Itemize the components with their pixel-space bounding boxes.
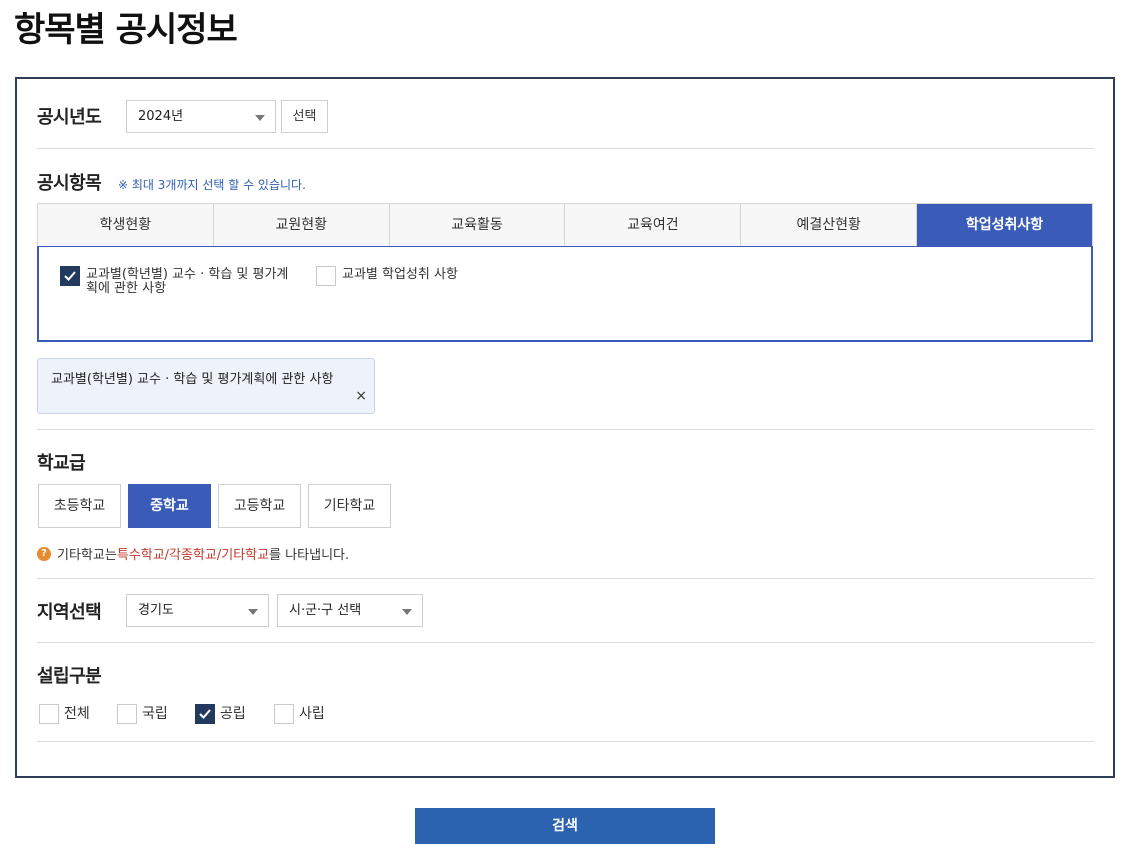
option-label-1[interactable]: 교과별(학년별) 교수 · 학습 및 평가계 획에 관한 사항 — [86, 268, 288, 296]
district-select[interactable]: 시·군·구 선택 — [277, 594, 423, 627]
selected-item-chip: 교과별(학년별) 교수 · 학습 및 평가계획에 관한 사항 × — [37, 358, 375, 414]
tab-budget[interactable]: 예결산현황 — [741, 204, 918, 246]
school-level-high-button[interactable]: 고등학교 — [218, 484, 301, 528]
establishment-public-checkbox[interactable] — [195, 704, 215, 724]
year-select[interactable]: 2024년 — [126, 100, 276, 133]
items-label: 공시항목 — [37, 173, 102, 194]
year-select-value: 2024년 — [138, 109, 184, 124]
search-panel: 공시년도 2024년 선택 공시항목 ※ 최대 3개까지 선택 할 수 있습니다… — [15, 77, 1115, 778]
chevron-down-icon — [255, 115, 265, 121]
school-level-other-button[interactable]: 기타학교 — [308, 484, 391, 528]
option-checkbox-2[interactable] — [316, 266, 336, 286]
school-level-elementary-button[interactable]: 초등학교 — [38, 484, 121, 528]
school-level-help: ? 기타학교는 특수학교/각종학교/기타학교 를 나타냅니다. — [37, 544, 349, 563]
check-icon — [64, 271, 76, 281]
establishment-public-label[interactable]: 공립 — [220, 707, 246, 721]
search-button[interactable]: 검색 — [415, 808, 715, 844]
check-icon — [199, 709, 211, 719]
district-select-value: 시·군·구 선택 — [289, 603, 362, 618]
option-checkbox-1[interactable] — [60, 266, 80, 286]
tab-content: 교과별(학년별) 교수 · 학습 및 평가계 획에 관한 사항 교과별 학업성취… — [37, 246, 1093, 342]
divider — [37, 429, 1094, 430]
establishment-private-checkbox[interactable] — [274, 704, 294, 724]
help-highlight: 특수학교/각종학교/기타학교 — [116, 548, 270, 563]
tab-achievement[interactable]: 학업성취사항 — [917, 204, 1092, 246]
establishment-national-checkbox[interactable] — [117, 704, 137, 724]
question-icon: ? — [37, 546, 51, 561]
divider — [37, 148, 1094, 149]
items-tabs: 학생현황 교원현황 교육활동 교육여건 예결산현황 학업성취사항 — [37, 203, 1093, 247]
page-title: 항목별 공시정보 — [14, 10, 238, 50]
chevron-down-icon — [402, 609, 412, 615]
chevron-down-icon — [248, 609, 258, 615]
tab-teacher[interactable]: 교원현황 — [214, 204, 390, 246]
tab-environment[interactable]: 교육여건 — [565, 204, 742, 246]
establishment-private-label[interactable]: 사립 — [299, 707, 325, 721]
region-label: 지역선택 — [37, 602, 102, 623]
province-select[interactable]: 경기도 — [126, 594, 269, 627]
province-select-value: 경기도 — [138, 603, 174, 618]
divider — [37, 578, 1094, 579]
school-level-label: 학교급 — [37, 453, 86, 474]
divider — [37, 741, 1094, 742]
establishment-all-label[interactable]: 전체 — [64, 707, 90, 721]
year-select-button[interactable]: 선택 — [281, 100, 328, 133]
option-label-2[interactable]: 교과별 학업성취 사항 — [342, 268, 458, 282]
school-level-middle-button[interactable]: 중학교 — [128, 484, 211, 528]
divider — [37, 642, 1094, 643]
selected-item-chip-label: 교과별(학년별) 교수 · 학습 및 평가계획에 관한 사항 — [51, 372, 334, 387]
establishment-label: 설립구분 — [37, 666, 102, 687]
tab-activity[interactable]: 교육활동 — [390, 204, 566, 246]
items-limit-note: ※ 최대 3개까지 선택 할 수 있습니다. — [118, 178, 306, 192]
tab-student[interactable]: 학생현황 — [38, 204, 214, 246]
establishment-national-label[interactable]: 국립 — [142, 707, 168, 721]
establishment-all-checkbox[interactable] — [39, 704, 59, 724]
year-label: 공시년도 — [37, 107, 102, 128]
close-icon[interactable]: × — [355, 388, 367, 404]
